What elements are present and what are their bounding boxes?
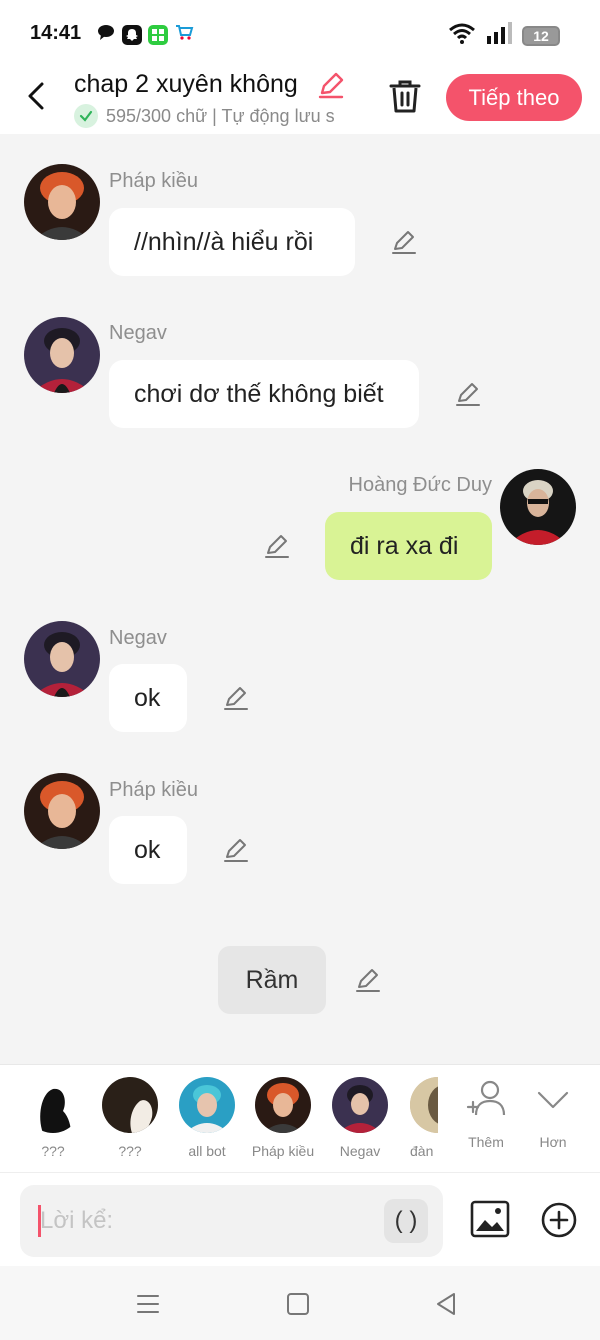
add-button[interactable] (540, 1201, 578, 1239)
triangle-back-icon (437, 1293, 455, 1315)
word-count-status: 595/300 chữ | Tự động lưu s (106, 105, 335, 126)
plus-circle-icon (541, 1202, 577, 1238)
sender-name: Hoàng Đức Duy (348, 474, 492, 496)
add-person-icon (466, 1080, 506, 1116)
save-status: 595/300 chữ | Tự động lưu s (74, 104, 364, 128)
narration-bubble[interactable]: Rầm (218, 946, 326, 1014)
delete-button[interactable] (388, 78, 422, 114)
snapchat-icon (122, 24, 142, 45)
status-bar: 14:41 12 (0, 0, 600, 66)
character-bar: ??? ??? all bot Pháp kiều Negav đàn Thêm (0, 1064, 600, 1172)
edit-title-icon[interactable] (316, 70, 346, 100)
square-icon (287, 1293, 309, 1315)
add-character-label: Thêm (468, 1134, 504, 1150)
character-label: all bot (188, 1143, 226, 1159)
character-label: ??? (118, 1143, 142, 1159)
message-bubble[interactable]: chơi dơ thế không biết (109, 360, 419, 428)
composer-bar: ( ) (0, 1172, 600, 1266)
chat-area[interactable]: Pháp kiều //nhìn//à hiểu rồi Negav chơi … (0, 134, 600, 1064)
system-nav-bar (0, 1266, 600, 1340)
character-avatar (332, 1077, 388, 1133)
character-avatar (179, 1077, 235, 1133)
silhouette-avatar (25, 1077, 81, 1133)
chevron-down-icon (537, 1091, 569, 1109)
home-nav-button[interactable] (284, 1290, 312, 1318)
grid-app-icon (148, 24, 168, 45)
insert-image-button[interactable] (470, 1199, 510, 1239)
character-label: Negav (339, 1143, 381, 1159)
edit-narration-icon[interactable] (354, 966, 382, 994)
message-text: chơi dơ thế không biết (134, 379, 384, 408)
character-avatar (410, 1077, 438, 1133)
message-bubble[interactable]: //nhìn//à hiểu rồi (109, 208, 355, 276)
more-label: Hơn (539, 1134, 567, 1150)
back-nav-button[interactable] (432, 1290, 460, 1318)
edit-message-icon[interactable] (263, 532, 291, 560)
menu-icon (137, 1295, 159, 1313)
message-icon (96, 22, 116, 47)
character-item[interactable]: ??? (18, 1077, 88, 1159)
menu-nav-button[interactable] (134, 1290, 162, 1318)
message-text: //nhìn//à hiểu rồi (134, 227, 314, 256)
edit-message-icon[interactable] (454, 380, 482, 408)
notification-icons (96, 22, 194, 47)
character-item[interactable]: all bot (172, 1077, 242, 1159)
next-button[interactable]: Tiếp theo (446, 74, 582, 121)
edit-message-icon[interactable] (390, 228, 418, 256)
avatar-hoang-duc-duy[interactable] (500, 469, 576, 545)
character-item[interactable]: Pháp kiều (248, 1077, 318, 1159)
status-time: 14:41 (30, 22, 82, 44)
composer-box[interactable]: ( ) (20, 1185, 443, 1257)
sender-name: Negav (109, 322, 167, 344)
parentheses-button[interactable]: ( ) (384, 1199, 428, 1243)
message-bubble[interactable]: đi ra xa đi (325, 512, 492, 580)
avatar-phap-kieu[interactable] (24, 773, 100, 849)
back-button[interactable] (22, 78, 52, 114)
message-bubble[interactable]: ok (109, 664, 187, 732)
check-icon (74, 104, 98, 128)
trash-icon (389, 80, 421, 113)
message-bubble[interactable]: ok (109, 816, 187, 884)
edit-message-icon[interactable] (222, 684, 250, 712)
sender-name: Pháp kiều (109, 779, 198, 801)
editor-header: chap 2 xuyên không 595/300 chữ | Tự động… (0, 66, 600, 134)
character-item[interactable]: đàn (402, 1077, 438, 1159)
character-item[interactable]: Negav (325, 1077, 395, 1159)
character-label: Pháp kiều (251, 1143, 315, 1159)
sender-name: Negav (109, 627, 167, 649)
edit-message-icon[interactable] (222, 836, 250, 864)
battery-icon: 12 (522, 25, 560, 46)
character-label: đàn (410, 1143, 434, 1159)
avatar-phap-kieu[interactable] (24, 164, 100, 240)
sender-name: Pháp kiều (109, 170, 198, 192)
character-avatar (255, 1077, 311, 1133)
avatar-negav[interactable] (24, 621, 100, 697)
avatar-negav[interactable] (24, 317, 100, 393)
message-text: ok (134, 835, 161, 864)
image-icon (470, 1200, 510, 1238)
system-icons: 12 (448, 22, 560, 49)
chapter-title[interactable]: chap 2 xuyên không (74, 70, 298, 99)
message-text: ok (134, 683, 161, 712)
character-item[interactable]: ??? (95, 1077, 165, 1159)
narration-text: Rầm (245, 965, 299, 994)
wifi-icon (448, 22, 476, 49)
signal-icon (486, 22, 512, 49)
narration-input[interactable] (40, 1185, 380, 1257)
silhouette-avatar (102, 1077, 158, 1133)
cart-app-icon (174, 22, 194, 47)
add-character-button[interactable]: Thêm (456, 1077, 516, 1150)
character-label: ??? (41, 1143, 65, 1159)
message-text: đi ra xa đi (350, 531, 459, 560)
more-characters-button[interactable]: Hơn (523, 1077, 583, 1150)
chevron-left-icon (28, 82, 44, 110)
